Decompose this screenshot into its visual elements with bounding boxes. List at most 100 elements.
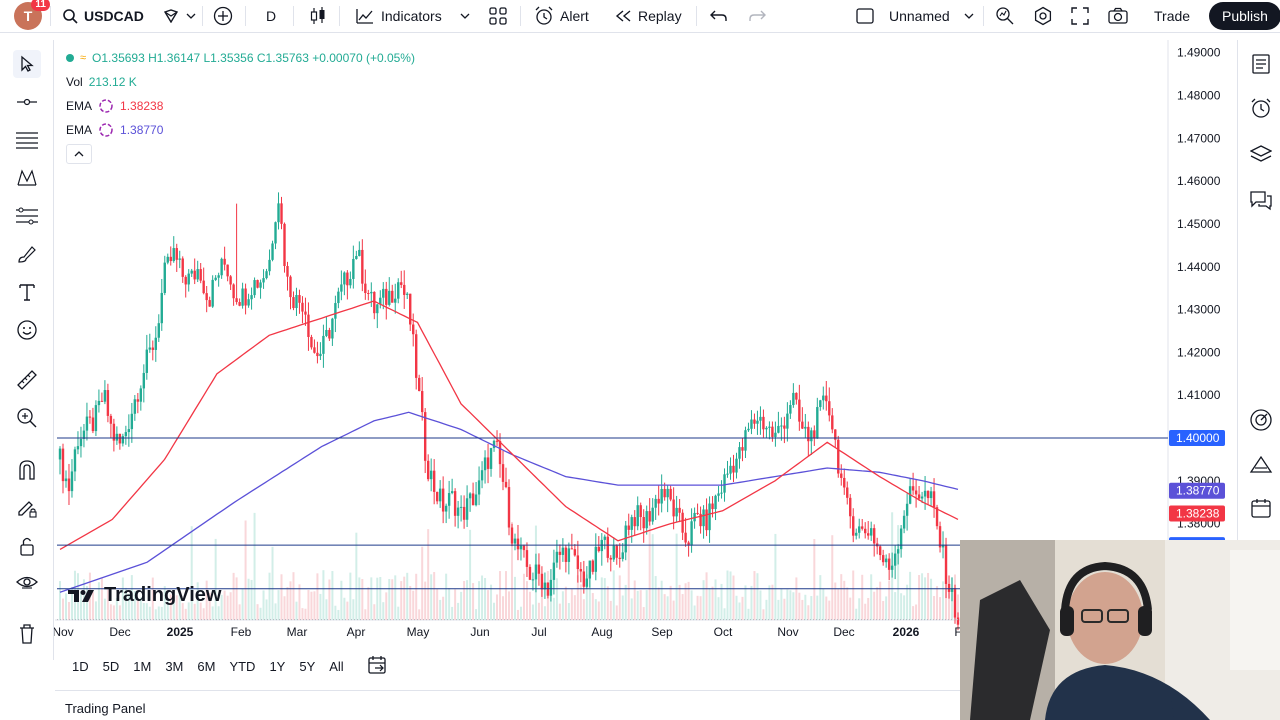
candle-body bbox=[181, 258, 184, 277]
remove-drawings-tool[interactable] bbox=[13, 620, 41, 648]
range-button-5y[interactable]: 5Y bbox=[292, 659, 322, 674]
candle-body bbox=[385, 288, 388, 305]
volume-bar bbox=[690, 590, 693, 620]
candle-body bbox=[97, 400, 101, 406]
volume-bar bbox=[702, 580, 705, 620]
volume-bar bbox=[274, 603, 277, 620]
ruler-tool[interactable] bbox=[13, 366, 41, 394]
brush-tool[interactable] bbox=[13, 240, 41, 268]
volume-bar bbox=[373, 604, 376, 620]
legend-ema2-row[interactable]: EMA 1.38770 bbox=[66, 118, 415, 142]
candle-body bbox=[911, 486, 915, 491]
alarm-clock-icon bbox=[1251, 98, 1271, 118]
horizontal-ray-icon bbox=[17, 98, 37, 106]
candle-body bbox=[271, 243, 274, 260]
range-button-1d[interactable]: 1D bbox=[65, 659, 96, 674]
candle-body bbox=[280, 203, 283, 224]
candle-body bbox=[208, 300, 211, 307]
volume-bar bbox=[403, 576, 406, 620]
candle-body bbox=[777, 425, 780, 433]
volume-bar bbox=[442, 596, 445, 620]
emoji-tool[interactable] bbox=[13, 316, 41, 344]
candle-body bbox=[268, 259, 271, 272]
magnet-tool[interactable] bbox=[13, 456, 41, 484]
chevron-up-icon bbox=[74, 151, 84, 157]
range-button-6m[interactable]: 6M bbox=[190, 659, 222, 674]
candle-body bbox=[289, 276, 292, 298]
cursor-tool[interactable] bbox=[13, 50, 41, 78]
candle-body bbox=[630, 517, 633, 530]
legend-ema1-row[interactable]: EMA 1.38238 bbox=[66, 94, 415, 118]
chats-button[interactable] bbox=[1247, 186, 1275, 214]
text-tool[interactable] bbox=[13, 278, 41, 306]
candle-body bbox=[211, 279, 214, 307]
volume-bar bbox=[211, 606, 214, 620]
loading-icon bbox=[99, 99, 113, 113]
hide-drawings-tool[interactable] bbox=[13, 568, 41, 596]
candle-body bbox=[253, 280, 256, 296]
candle-body bbox=[429, 470, 433, 480]
range-button-ytd[interactable]: YTD bbox=[222, 659, 262, 674]
candle-body bbox=[615, 545, 618, 558]
candle-body bbox=[831, 415, 834, 430]
candle-body bbox=[528, 566, 532, 580]
volume-bar bbox=[693, 605, 696, 620]
pattern-tool[interactable] bbox=[13, 164, 41, 192]
candle-body bbox=[953, 588, 957, 618]
candle-body bbox=[690, 521, 693, 546]
candle-body bbox=[406, 293, 409, 295]
range-button-1m[interactable]: 1M bbox=[126, 659, 158, 674]
candle-body bbox=[576, 555, 580, 570]
smiley-icon bbox=[17, 320, 37, 340]
legend-volume-row[interactable]: Vol 213.12 K bbox=[66, 70, 415, 94]
candle-body bbox=[376, 304, 379, 314]
candle-body bbox=[858, 526, 861, 533]
legend-collapse-button[interactable] bbox=[66, 144, 92, 164]
candle-body bbox=[504, 481, 508, 488]
candle-body bbox=[633, 517, 636, 527]
projection-tool[interactable] bbox=[13, 202, 41, 230]
candle-body bbox=[223, 258, 226, 265]
candle-body bbox=[420, 391, 424, 413]
volume-bar bbox=[298, 584, 301, 620]
volume-bar bbox=[286, 587, 289, 620]
calendar-button[interactable] bbox=[1247, 494, 1275, 522]
range-button-3m[interactable]: 3M bbox=[158, 659, 190, 674]
zoom-tool[interactable] bbox=[13, 404, 41, 432]
volume-bar bbox=[343, 597, 346, 620]
volume-bar bbox=[804, 594, 807, 620]
lock-drawings-tool[interactable] bbox=[13, 532, 41, 560]
volume-bar bbox=[705, 572, 708, 620]
candle-body bbox=[501, 464, 505, 482]
goto-date-button[interactable] bbox=[367, 655, 389, 678]
candle-body bbox=[358, 249, 361, 256]
candle-body bbox=[169, 256, 172, 262]
ideas-button[interactable] bbox=[1247, 406, 1275, 434]
volume-bar bbox=[753, 571, 756, 620]
candle-body bbox=[810, 430, 813, 442]
tradingview-watermark[interactable]: TradingView bbox=[68, 584, 221, 607]
candle-body bbox=[283, 223, 286, 267]
candle-body bbox=[403, 284, 406, 295]
range-button-5d[interactable]: 5D bbox=[96, 659, 127, 674]
candle-body bbox=[852, 516, 855, 536]
candle-body bbox=[714, 495, 717, 510]
object-tree-button[interactable] bbox=[1247, 140, 1275, 168]
date-range-bar: 1D 5D 1M 3M 6M YTD 1Y 5Y All bbox=[55, 652, 960, 680]
volume-bar bbox=[451, 606, 454, 620]
price-axis-tick: 1.41000 bbox=[1177, 388, 1221, 402]
volume-bar bbox=[888, 580, 891, 620]
candle-body bbox=[220, 258, 223, 276]
ruler-icon bbox=[17, 370, 37, 390]
range-button-all[interactable]: All bbox=[322, 659, 350, 674]
alerts-panel-button[interactable] bbox=[1247, 94, 1275, 122]
candle-body bbox=[400, 282, 403, 285]
range-button-1y[interactable]: 1Y bbox=[262, 659, 292, 674]
candle-body bbox=[783, 425, 786, 429]
volume-bar bbox=[346, 601, 349, 620]
hotlists-button[interactable] bbox=[1247, 450, 1275, 478]
fib-tool[interactable] bbox=[13, 126, 41, 154]
trend-line-tool[interactable] bbox=[13, 88, 41, 116]
watchlist-button[interactable] bbox=[1247, 50, 1275, 78]
stay-in-drawing-tool[interactable] bbox=[13, 494, 41, 522]
